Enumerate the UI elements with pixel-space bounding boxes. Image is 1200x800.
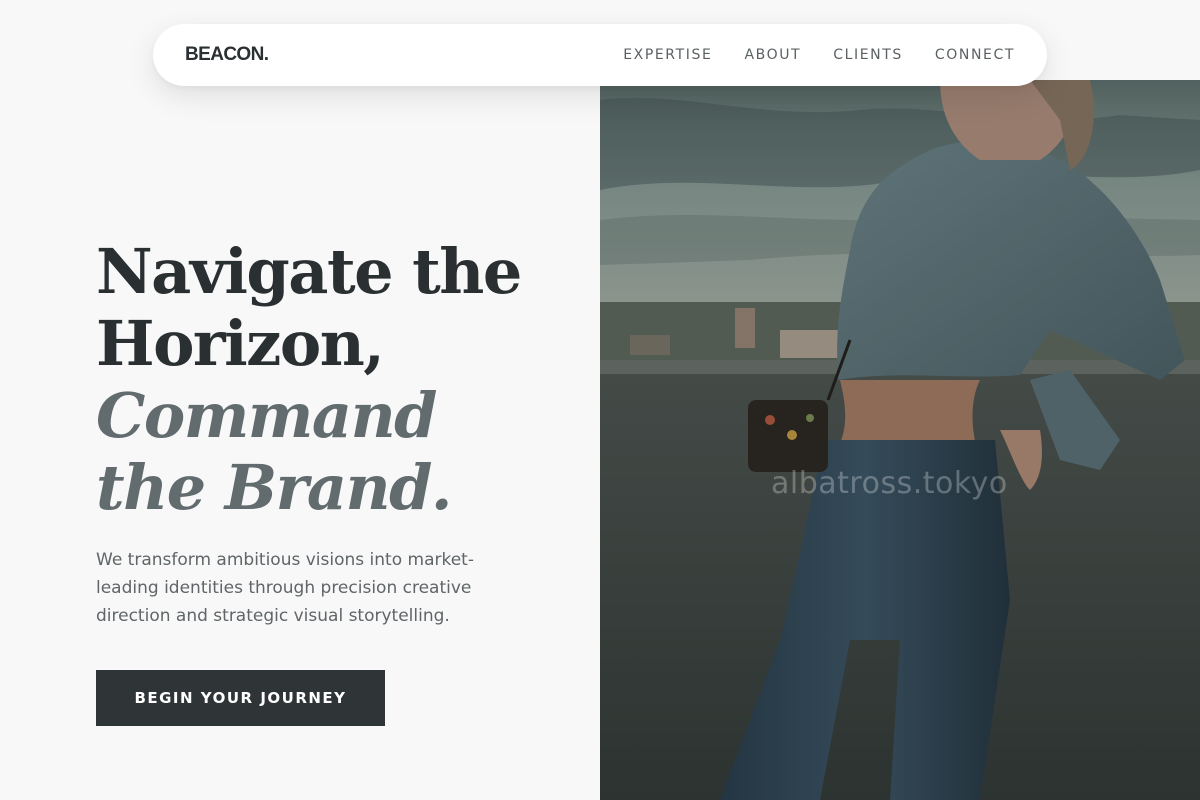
begin-journey-button[interactable]: BEGIN YOUR JOURNEY: [96, 670, 385, 726]
brand-logo[interactable]: BEACON.: [185, 44, 269, 66]
nav-link-about[interactable]: ABOUT: [744, 47, 801, 63]
photo-watermark: albatross.tokyo: [771, 466, 1008, 501]
nav-link-connect[interactable]: CONNECT: [935, 47, 1015, 63]
headline-accent-line-1: Command: [96, 379, 438, 452]
nav-link-expertise[interactable]: EXPERTISE: [623, 47, 712, 63]
hero-text-block: Navigate the Horizon, Command the Brand.: [96, 236, 576, 524]
headline-line-1: Navigate the: [96, 235, 522, 308]
nav-link-clients[interactable]: CLIENTS: [833, 47, 903, 63]
headline-accent-line-2: the Brand.: [96, 451, 453, 524]
landing-page: BEACON. EXPERTISE ABOUT CLIENTS CONNECT …: [0, 0, 1200, 800]
headline-line-2: Horizon,: [96, 307, 385, 380]
hero-photo: albatross.tokyo: [600, 80, 1200, 800]
hero-headline: Navigate the Horizon, Command the Brand.: [96, 236, 576, 524]
hero-photo-illustration: [600, 80, 1200, 800]
top-navbar: BEACON. EXPERTISE ABOUT CLIENTS CONNECT: [153, 24, 1047, 86]
hero-subtext: We transform ambitious visions into mark…: [96, 550, 474, 626]
nav-links: EXPERTISE ABOUT CLIENTS CONNECT: [623, 47, 1015, 63]
